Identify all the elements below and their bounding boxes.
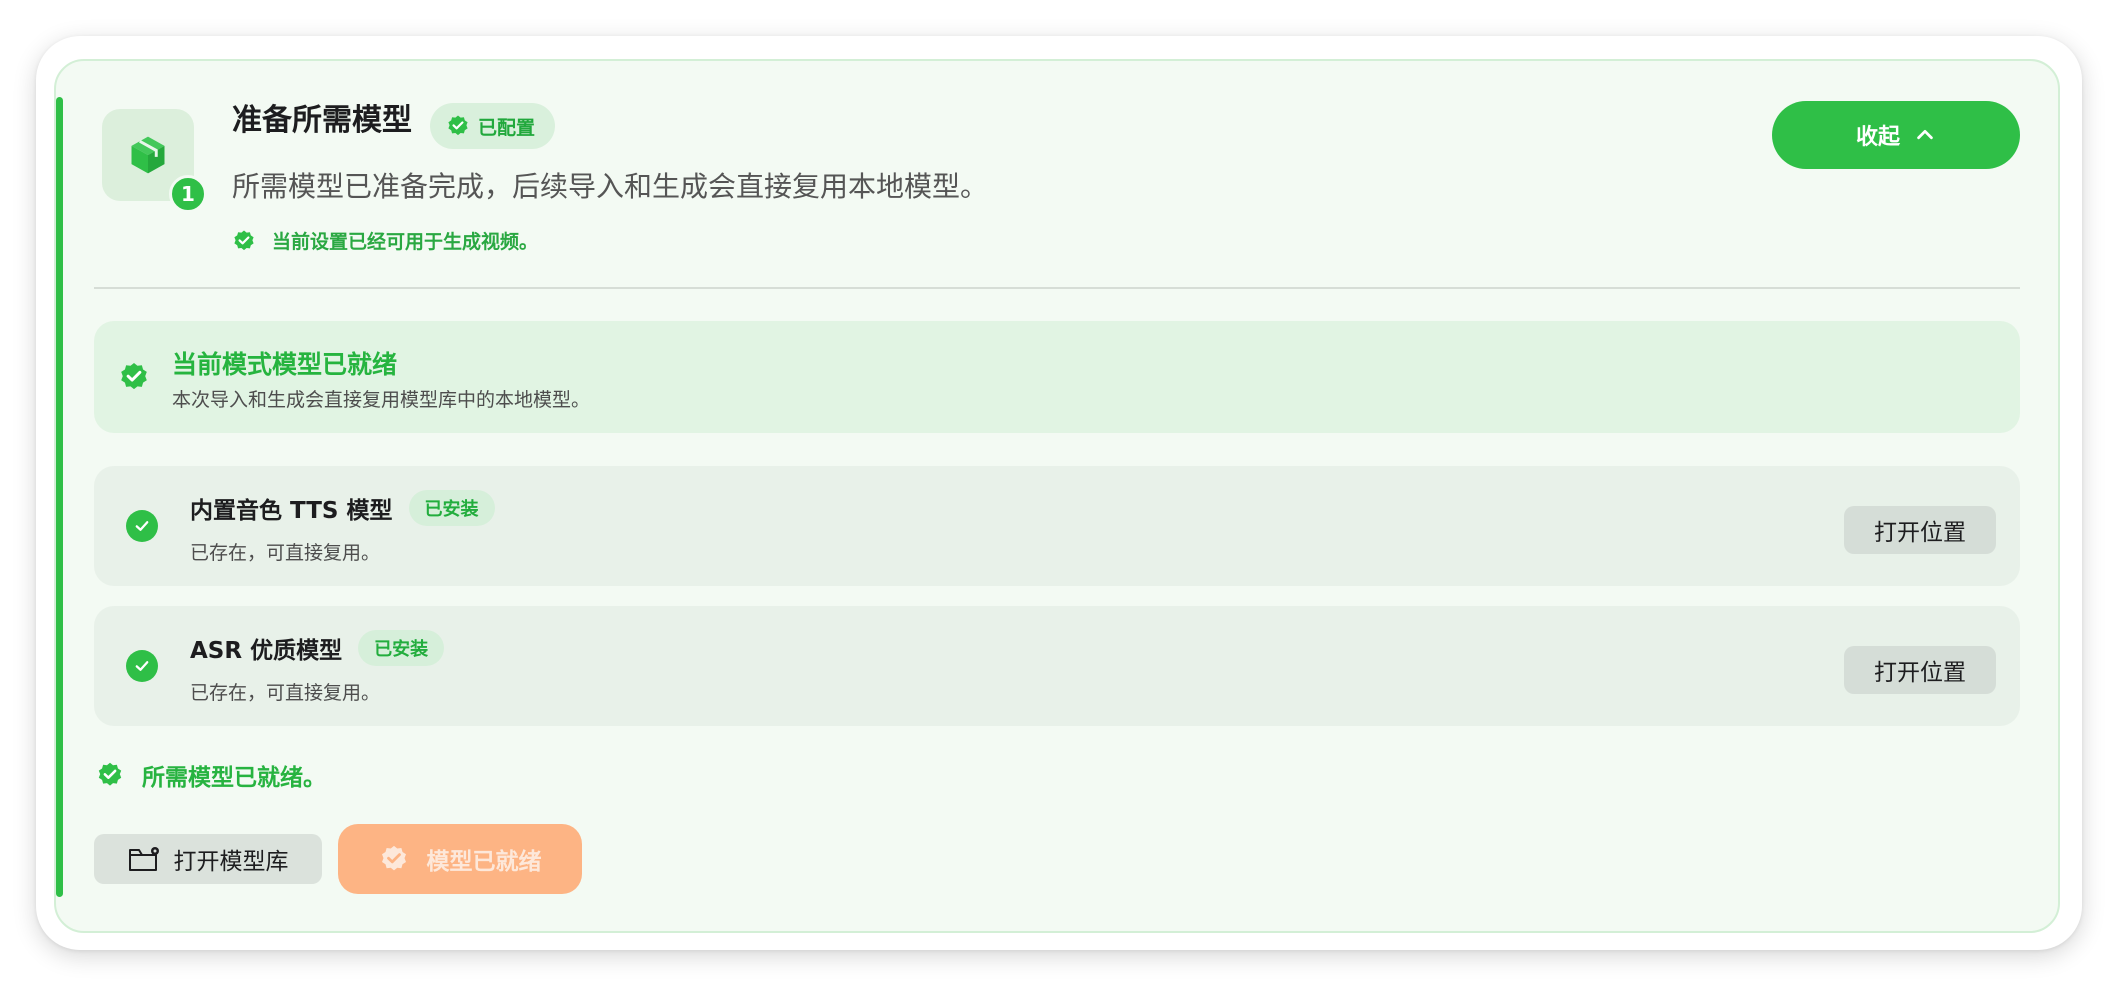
- collapse-button-label: 收起: [1855, 125, 1900, 150]
- collapse-button[interactable]: 收起: [1772, 101, 2020, 169]
- step-title: 准备所需模型: [232, 103, 412, 138]
- ready-banner-description: 本次导入和生成会直接复用模型库中的本地模型。: [172, 389, 591, 411]
- model-name: 内置音色 TTS 模型: [190, 498, 393, 524]
- open-location-button[interactable]: 打开位置: [1844, 646, 1996, 694]
- chevron-up-icon: [1917, 129, 1933, 140]
- footer-status: 所需模型已就绪。: [96, 758, 326, 792]
- model-name: ASR 优质模型: [190, 638, 343, 664]
- model-name-line: 内置音色 TTS 模型 已安装: [190, 490, 495, 526]
- models-ready-label: 模型已就绪: [426, 849, 542, 875]
- check-circle-icon: [126, 650, 158, 682]
- verified-badge-icon: [381, 845, 406, 871]
- check-circle-icon: [126, 510, 158, 542]
- verified-badge-icon: [121, 363, 147, 390]
- model-row-asr: ASR 优质模型 已安装 已存在，可直接复用。 打开位置: [94, 606, 2020, 726]
- step-card: 1 准备所需模型 已配置 所需模型已准备完成，后续导入和生成会直接复用本地模型。…: [54, 59, 2060, 933]
- open-location-button[interactable]: 打开位置: [1844, 506, 1996, 554]
- configured-badge-label: 已配置: [478, 116, 536, 139]
- open-model-library-button[interactable]: 打开模型库: [94, 834, 322, 884]
- model-status: 已存在，可直接复用。: [190, 542, 381, 564]
- installed-badge: 已安装: [408, 490, 495, 526]
- verified-badge-icon: [98, 762, 122, 786]
- step-number-badge: 1: [169, 175, 207, 213]
- configured-badge: 已配置: [430, 103, 556, 149]
- models-ready-button[interactable]: 模型已就绪: [338, 824, 582, 894]
- status-note-text: 当前设置已经可用于生成视频。: [272, 231, 539, 253]
- verified-badge-icon: [448, 115, 468, 136]
- model-status: 已存在，可直接复用。: [190, 682, 381, 704]
- status-note: 当前设置已经可用于生成视频。: [232, 227, 538, 254]
- verified-badge-icon: [234, 230, 254, 250]
- ready-banner: 当前模式模型已就绪 本次导入和生成会直接复用模型库中的本地模型。: [94, 321, 2020, 433]
- model-row-tts: 内置音色 TTS 模型 已安装 已存在，可直接复用。 打开位置: [94, 466, 2020, 586]
- open-model-library-label: 打开模型库: [173, 849, 289, 875]
- divider: [94, 287, 2020, 289]
- installed-badge: 已安装: [358, 630, 445, 666]
- step-subtitle: 所需模型已准备完成，后续导入和生成会直接复用本地模型。: [232, 170, 989, 203]
- footer-status-text: 所需模型已就绪。: [142, 765, 326, 791]
- folder-settings-icon: [128, 847, 159, 871]
- ready-banner-title: 当前模式模型已就绪: [172, 350, 398, 379]
- accent-bar: [56, 97, 63, 897]
- model-name-line: ASR 优质模型 已安装: [190, 630, 445, 666]
